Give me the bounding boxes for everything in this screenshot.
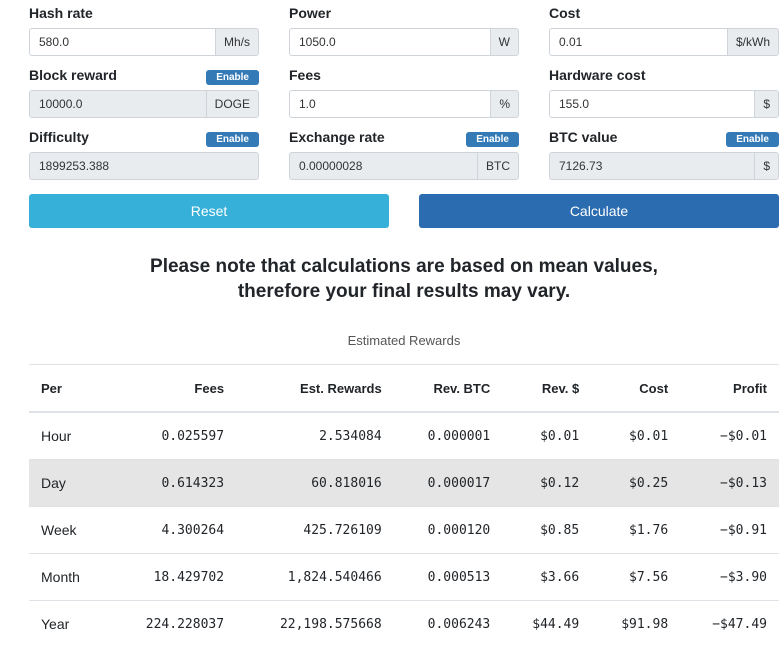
cell-profit: −$47.49: [680, 601, 779, 647]
difficulty-group: Difficulty Enable 1899253.388: [29, 125, 259, 145]
cell-profit: −$0.01: [680, 412, 779, 460]
block-reward-label: Block reward: [29, 67, 117, 83]
cell-profit: −$0.13: [680, 460, 779, 507]
block-reward-unit: DOGE: [206, 90, 259, 118]
cell-cost: $0.01: [591, 412, 680, 460]
cell-est-rewards: 60.818016: [236, 460, 394, 507]
cost-group: Cost 0.01 $/kWh: [549, 1, 779, 21]
disclaimer-note: Please note that calculations are based …: [0, 254, 784, 304]
hash-rate-label: Hash rate: [29, 5, 93, 21]
cell-fees: 4.300264: [108, 507, 236, 554]
exchange-rate-unit: BTC: [477, 152, 519, 180]
table-row: Year 224.228037 22,198.575668 0.006243 $…: [29, 601, 779, 647]
difficulty-enable-button[interactable]: Enable: [206, 132, 259, 147]
cell-rev-btc: 0.000513: [394, 554, 503, 601]
difficulty-input[interactable]: 1899253.388: [29, 152, 259, 180]
btc-value-group: BTC value Enable 7126.73 $: [549, 125, 779, 145]
header-fees: Fees: [108, 365, 236, 413]
table-caption: Estimated Rewards: [0, 333, 784, 348]
cell-per: Year: [29, 601, 108, 647]
cost-unit: $/kWh: [727, 28, 779, 56]
power-label: Power: [289, 5, 331, 21]
block-reward-group: Block reward Enable 10000.0 DOGE: [29, 63, 259, 83]
header-cost: Cost: [591, 365, 680, 413]
table-row: Hour 0.025597 2.534084 0.000001 $0.01 $0…: [29, 412, 779, 460]
cell-cost: $7.56: [591, 554, 680, 601]
cell-rev-usd: $0.85: [502, 507, 591, 554]
cell-cost: $1.76: [591, 507, 680, 554]
power-input[interactable]: 1050.0: [289, 28, 490, 56]
btc-value-enable-button[interactable]: Enable: [726, 132, 779, 147]
header-rev-usd: Rev. $: [502, 365, 591, 413]
block-reward-input[interactable]: 10000.0: [29, 90, 206, 118]
header-rev-btc: Rev. BTC: [394, 365, 503, 413]
cell-profit: −$0.91: [680, 507, 779, 554]
cell-fees: 18.429702: [108, 554, 236, 601]
cell-rev-btc: 0.000120: [394, 507, 503, 554]
fees-label: Fees: [289, 67, 321, 83]
disclaimer-line-2: therefore your final results may vary.: [0, 279, 784, 304]
cost-input[interactable]: 0.01: [549, 28, 727, 56]
cell-rev-usd: $3.66: [502, 554, 591, 601]
header-per: Per: [29, 365, 108, 413]
fees-group: Fees 1.0 %: [289, 63, 519, 83]
table-row: Week 4.300264 425.726109 0.000120 $0.85 …: [29, 507, 779, 554]
btc-value-label: BTC value: [549, 129, 617, 145]
header-profit: Profit: [680, 365, 779, 413]
difficulty-label: Difficulty: [29, 129, 89, 145]
cost-label: Cost: [549, 5, 580, 21]
cell-fees: 224.228037: [108, 601, 236, 647]
hardware-cost-group: Hardware cost 155.0 $: [549, 63, 779, 83]
power-unit: W: [490, 28, 519, 56]
cell-rev-usd: $0.01: [502, 412, 591, 460]
cell-per: Month: [29, 554, 108, 601]
hardware-cost-label: Hardware cost: [549, 67, 645, 83]
cell-rev-btc: 0.000017: [394, 460, 503, 507]
hash-rate-unit: Mh/s: [215, 28, 259, 56]
cell-rev-btc: 0.000001: [394, 412, 503, 460]
cell-per: Day: [29, 460, 108, 507]
cell-cost: $91.98: [591, 601, 680, 647]
table-header-row: Per Fees Est. Rewards Rev. BTC Rev. $ Co…: [29, 365, 779, 413]
rewards-table: Per Fees Est. Rewards Rev. BTC Rev. $ Co…: [29, 364, 779, 647]
hash-rate-group: Hash rate 580.0 Mh/s: [29, 1, 259, 21]
block-reward-enable-button[interactable]: Enable: [206, 70, 259, 85]
cell-fees: 0.614323: [108, 460, 236, 507]
hardware-cost-unit: $: [754, 90, 779, 118]
cell-est-rewards: 425.726109: [236, 507, 394, 554]
hardware-cost-input[interactable]: 155.0: [549, 90, 754, 118]
reset-button[interactable]: Reset: [29, 194, 389, 228]
cell-rev-usd: $0.12: [502, 460, 591, 507]
exchange-rate-input[interactable]: 0.00000028: [289, 152, 477, 180]
fees-input[interactable]: 1.0: [289, 90, 490, 118]
cell-per: Week: [29, 507, 108, 554]
cell-rev-btc: 0.006243: [394, 601, 503, 647]
power-group: Power 1050.0 W: [289, 1, 519, 21]
btc-value-unit: $: [754, 152, 779, 180]
btc-value-input[interactable]: 7126.73: [549, 152, 754, 180]
fees-unit: %: [490, 90, 519, 118]
header-est-rewards: Est. Rewards: [236, 365, 394, 413]
exchange-rate-label: Exchange rate: [289, 129, 385, 145]
cell-fees: 0.025597: [108, 412, 236, 460]
cell-per: Hour: [29, 412, 108, 460]
cell-rev-usd: $44.49: [502, 601, 591, 647]
exchange-rate-group: Exchange rate Enable 0.00000028 BTC: [289, 125, 519, 145]
table-row: Month 18.429702 1,824.540466 0.000513 $3…: [29, 554, 779, 601]
exchange-rate-enable-button[interactable]: Enable: [466, 132, 519, 147]
cell-profit: −$3.90: [680, 554, 779, 601]
disclaimer-line-1: Please note that calculations are based …: [0, 254, 784, 279]
hash-rate-input[interactable]: 580.0: [29, 28, 215, 56]
cell-est-rewards: 1,824.540466: [236, 554, 394, 601]
cell-est-rewards: 2.534084: [236, 412, 394, 460]
calculate-button[interactable]: Calculate: [419, 194, 779, 228]
cell-est-rewards: 22,198.575668: [236, 601, 394, 647]
cell-cost: $0.25: [591, 460, 680, 507]
table-row: Day 0.614323 60.818016 0.000017 $0.12 $0…: [29, 460, 779, 507]
